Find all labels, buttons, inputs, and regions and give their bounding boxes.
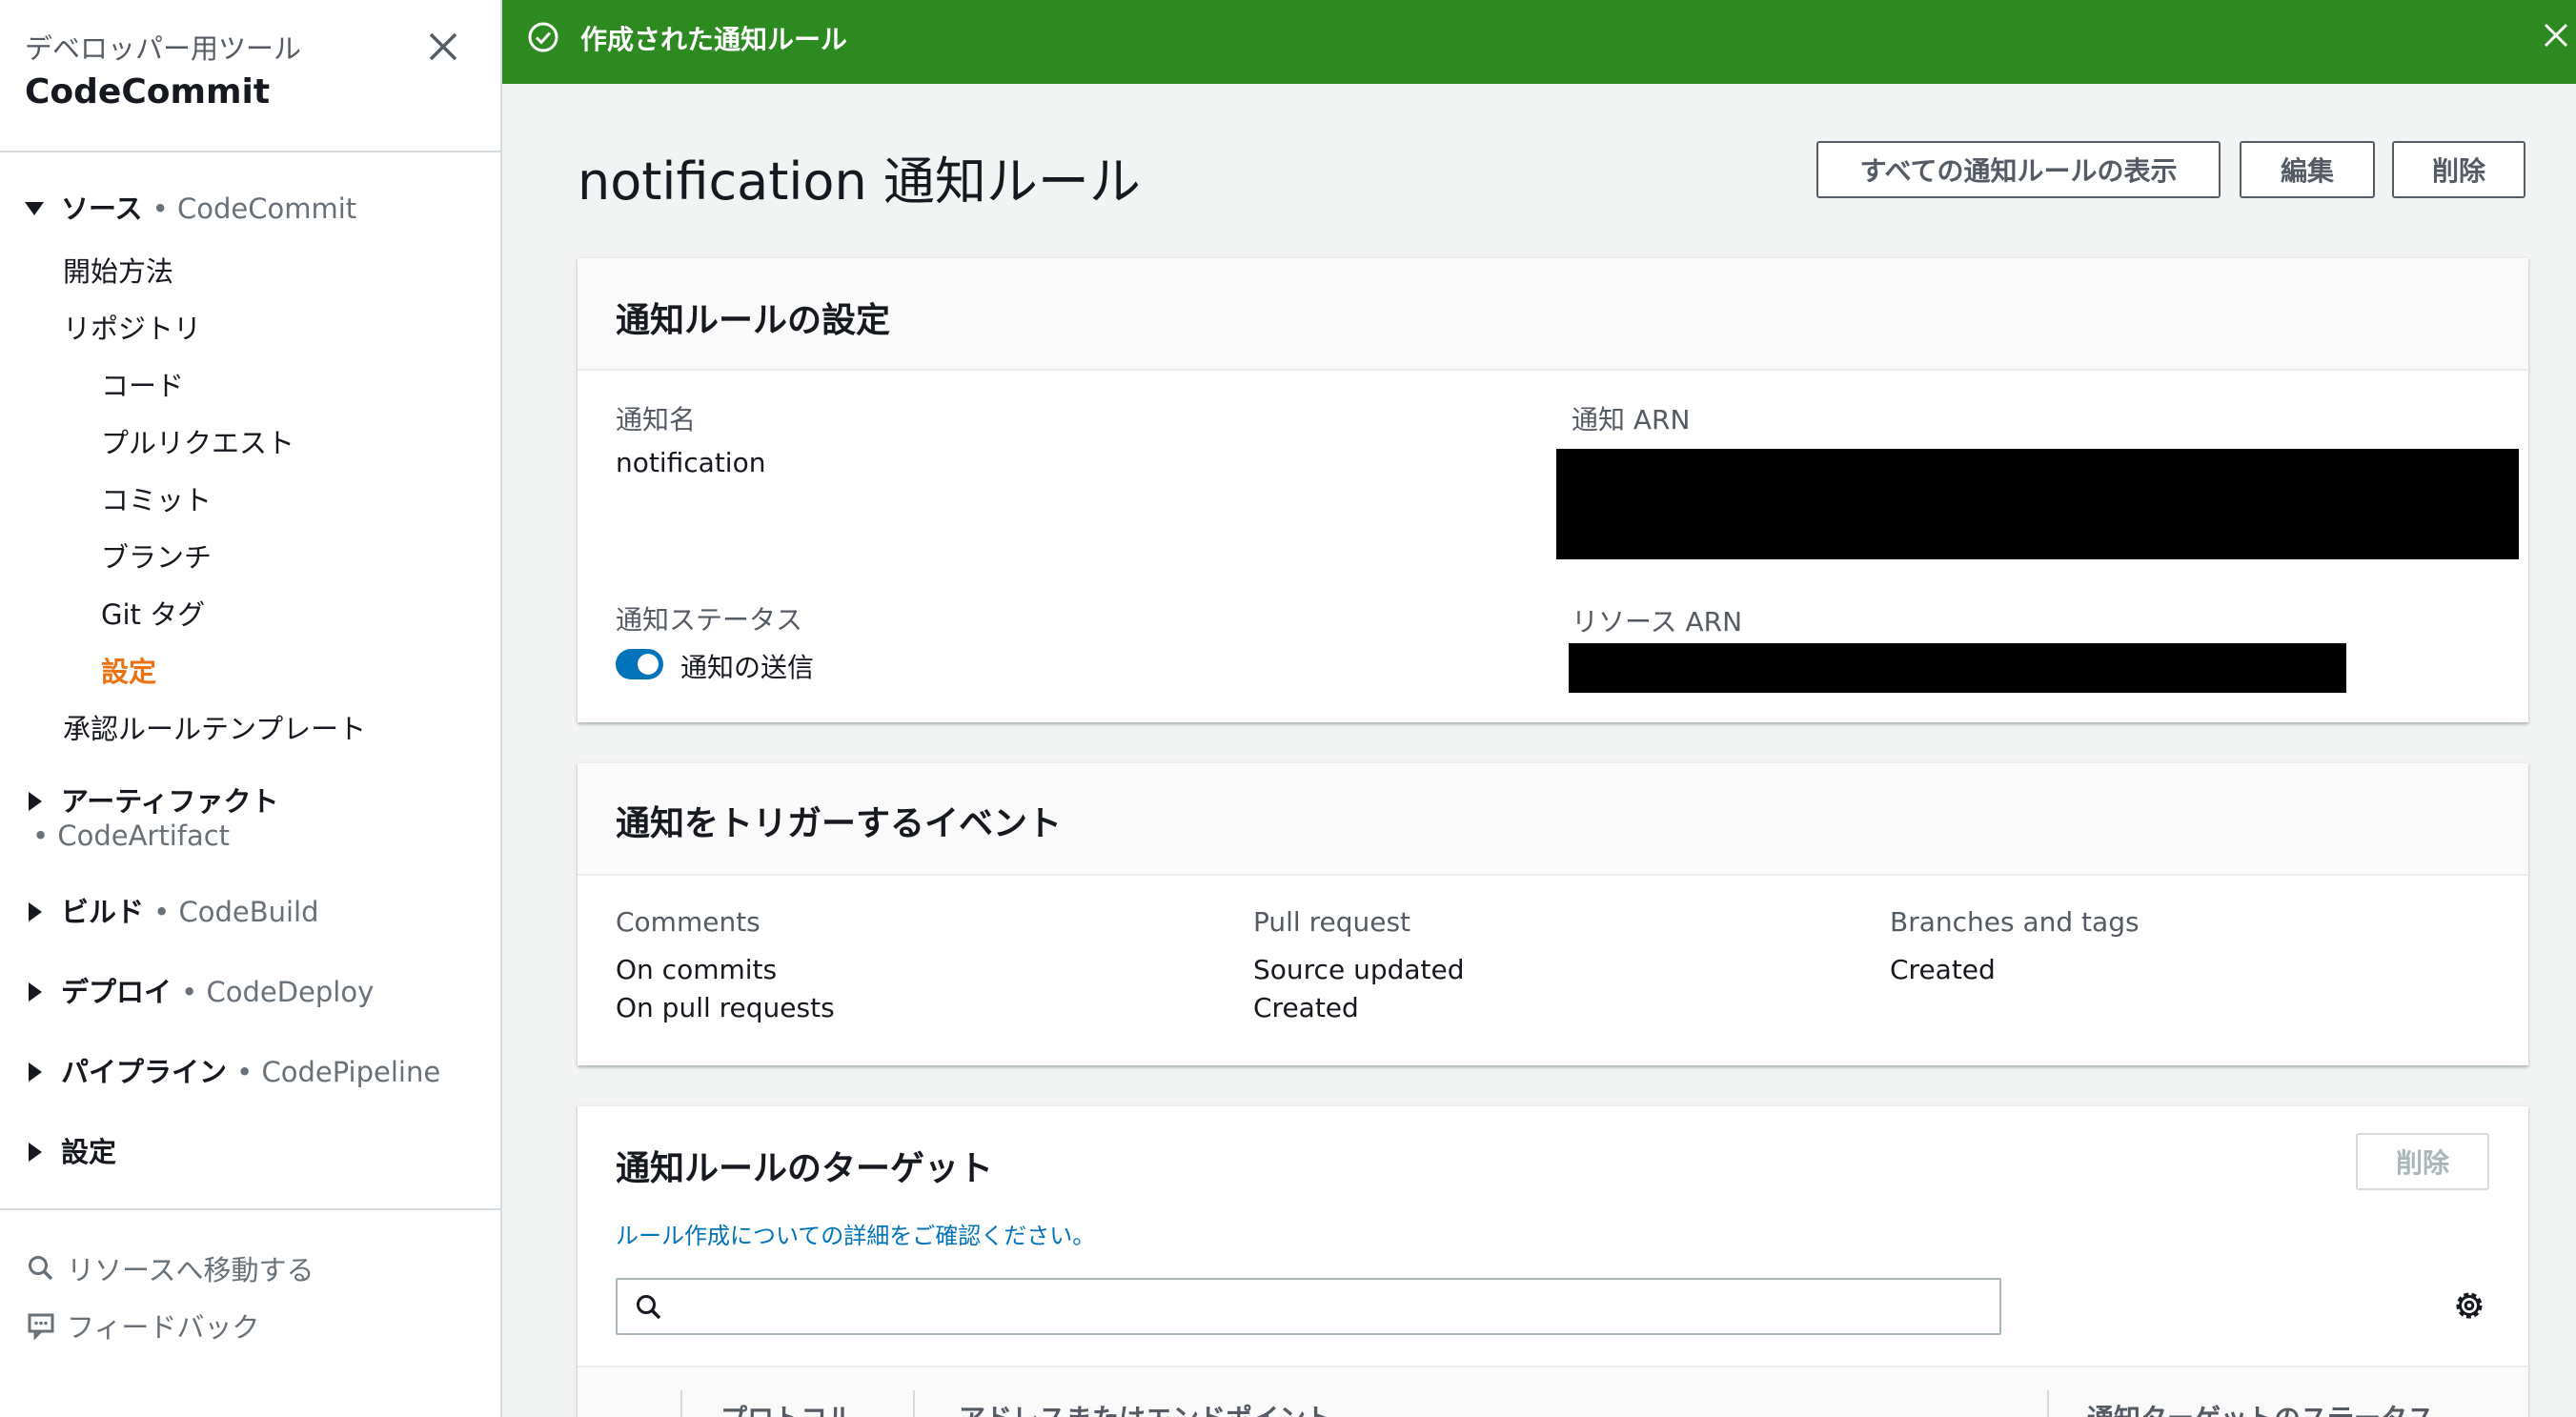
close-icon[interactable] (2542, 21, 2570, 50)
column-divider (680, 1390, 682, 1417)
event-category-pull-request: Pull request (1253, 906, 1411, 938)
nav-item-branches[interactable]: ブランチ (101, 536, 212, 576)
notification-name-label: 通知名 (616, 404, 697, 435)
panel-header: 通知ルールの設定 (578, 258, 2528, 371)
nav-item-code[interactable]: コード (101, 364, 184, 404)
nav-service-label: • CodeCommit (152, 192, 357, 225)
panel-title: 通知ルールのターゲット (616, 1149, 994, 1188)
learn-more-link[interactable]: ルール作成についての詳細をご確認ください。 (616, 1217, 1095, 1250)
caret-right-icon (29, 982, 42, 1002)
nav-section-label: デプロイ (61, 976, 172, 1008)
rule-targets-panel: 通知ルールのターゲット 削除 ルール作成についての詳細をご確認ください。 プロト… (578, 1105, 2528, 1417)
column-header-endpoint[interactable]: アドレスまたはエンドポイント (959, 1398, 1332, 1417)
flash-message: 作成された通知ルール (580, 24, 848, 55)
notification-status-toggle[interactable] (616, 649, 663, 679)
nav-section-settings[interactable]: 設定 (25, 1130, 116, 1170)
feedback-label: フィードバック (67, 1311, 260, 1344)
success-flash-banner: 作成された通知ルール (502, 0, 2576, 84)
event-item: Created (1253, 992, 1359, 1023)
panel-header: 通知をトリガーするイベント (578, 763, 2528, 876)
nav-section-label: パイプライン (61, 1056, 228, 1088)
nav-section-source[interactable]: ソース • CodeCommit (25, 187, 356, 227)
event-item: On pull requests (616, 992, 835, 1023)
redacted-resource-arn (1569, 643, 2346, 693)
nav-section-label: ビルド (61, 896, 145, 928)
column-header-protocol[interactable]: プロトコル (720, 1398, 854, 1417)
nav-section-build[interactable]: ビルド • CodeBuild (25, 890, 319, 930)
delete-button[interactable]: 削除 (2392, 141, 2525, 198)
feedback-icon (28, 1313, 54, 1340)
notification-status-label: 通知ステータス (616, 604, 803, 636)
nav-section-artifacts[interactable]: アーティファクト (25, 779, 279, 820)
event-item: Source updated (1253, 954, 1465, 985)
nav-item-git-tags[interactable]: Git タグ (101, 593, 205, 633)
event-category-comments: Comments (616, 906, 761, 938)
nav-item-repositories[interactable]: リポジトリ (63, 307, 201, 347)
nav-service-label: • CodePipeline (236, 1056, 441, 1088)
edit-button[interactable]: 編集 (2240, 141, 2375, 198)
nav-item-settings-active[interactable]: 設定 (101, 650, 156, 690)
panel-title: 通知をトリガーするイベント (616, 804, 1063, 843)
resource-arn-label: リソース ARN (1572, 606, 1743, 638)
goto-resource-link[interactable]: リソースへ移動する (27, 1248, 314, 1288)
column-divider (2047, 1390, 2049, 1417)
sidebar: デベロッパー用ツール CodeCommit ソース • CodeCommit 開… (0, 0, 502, 1417)
notification-status-value: 通知の送信 (680, 652, 815, 683)
panel-title: 通知ルールの設定 (616, 301, 891, 340)
sidebar-title[interactable]: CodeCommit (25, 72, 270, 111)
delete-target-button[interactable]: 削除 (2356, 1133, 2489, 1190)
caret-down-icon (25, 202, 44, 215)
caret-right-icon (29, 1063, 42, 1082)
nav-section-label: 設定 (61, 1136, 117, 1168)
event-item: On commits (616, 954, 778, 985)
event-item: Created (1890, 954, 1996, 985)
sidebar-header: デベロッパー用ツール CodeCommit (0, 0, 500, 152)
search-icon (29, 1256, 53, 1281)
caret-right-icon (29, 792, 42, 811)
nav-service-label: • CodeBuild (153, 896, 319, 928)
table-header-row: プロトコル アドレスまたはエンドポイント 通知ターゲットのステータス (578, 1366, 2528, 1417)
feedback-link[interactable]: フィードバック (27, 1306, 259, 1346)
nav-service-label: • CodeDeploy (181, 976, 375, 1008)
view-all-rules-button[interactable]: すべての通知ルールの表示 (1816, 141, 2221, 198)
notification-settings-panel: 通知ルールの設定 通知名 notification 通知 ARN 通知ステータス… (578, 257, 2528, 722)
notification-name-value: notification (616, 447, 766, 478)
toggle-knob (638, 654, 659, 675)
goto-resource-label: リソースへ移動する (67, 1254, 314, 1286)
nav-section-deploy[interactable]: デプロイ • CodeDeploy (25, 970, 374, 1010)
event-category-branches-tags: Branches and tags (1890, 906, 2140, 938)
notification-arn-label: 通知 ARN (1572, 404, 1691, 435)
nav-section-label: アーティファクト (61, 785, 279, 818)
nav-item-approval-templates[interactable]: 承認ルールテンプレート (63, 707, 366, 747)
search-input[interactable] (616, 1278, 2001, 1335)
nav-section-label: ソース (61, 192, 143, 225)
nav-service-label: • CodeArtifact (32, 820, 231, 852)
column-divider (913, 1390, 915, 1417)
nav-item-pull-requests[interactable]: プルリクエスト (101, 421, 294, 461)
column-header-status[interactable]: 通知ターゲットのステータス (2087, 1398, 2434, 1417)
page-title: notification 通知ルール (578, 152, 1141, 212)
nav-section-pipeline[interactable]: パイプライン • CodePipeline (25, 1050, 440, 1090)
caret-right-icon (29, 1143, 42, 1162)
caret-right-icon (29, 902, 42, 921)
sidebar-subtitle: デベロッパー用ツール (25, 32, 302, 65)
check-circle-icon (528, 22, 558, 52)
gear-icon[interactable] (2451, 1287, 2487, 1324)
nav-item-getting-started[interactable]: 開始方法 (63, 250, 173, 290)
redacted-notification-arn (1556, 449, 2519, 559)
sidebar-divider (0, 1208, 500, 1210)
nav-item-commits[interactable]: コミット (101, 478, 212, 518)
trigger-events-panel: 通知をトリガーするイベント Comments On commits On pul… (578, 762, 2528, 1065)
close-icon[interactable] (423, 27, 463, 67)
search-icon (637, 1295, 661, 1320)
